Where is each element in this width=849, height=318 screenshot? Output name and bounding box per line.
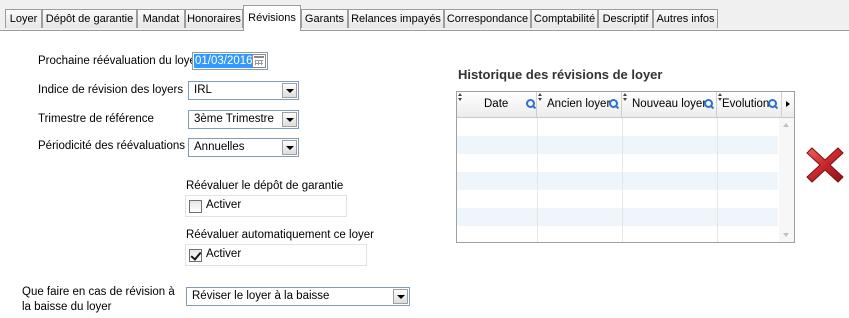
calendar-icon[interactable] [252,54,266,68]
tab-autres-infos[interactable]: Autres infos [653,9,718,28]
chevron-down-icon[interactable] [282,112,297,127]
tab-depot-de-garantie[interactable]: Dépôt de garantie [42,9,137,28]
tab-garants[interactable]: Garants [301,9,348,28]
column-divider [537,118,538,242]
magnifier-icon[interactable] [526,99,536,109]
column-evolution[interactable]: Evolution [717,92,782,117]
table-row[interactable] [457,118,778,136]
history-table[interactable]: Date Ancien loyer Nouveau loyer Evolutio… [456,91,795,243]
deposit-revaluation-checkbox-label[interactable]: Activer [206,199,241,211]
tab-relances-impayes[interactable]: Relances impayés [348,9,444,28]
column-ancien-loyer[interactable]: Ancien loyer [537,92,622,117]
tab-loyer[interactable]: Loyer [5,9,42,28]
column-date[interactable]: Date [457,92,537,117]
history-title: Historique des révisions de loyer [458,67,663,82]
table-row[interactable] [457,208,778,226]
tab-comptabilite[interactable]: Comptabilité [531,9,598,28]
magnifier-icon[interactable] [768,99,778,109]
auto-revaluation-label: Réévaluer automatiquement ce loyer [186,229,374,241]
downward-revision-select[interactable]: Réviser le loyer à la baisse [186,287,410,306]
vertical-scrollbar[interactable] [779,118,794,242]
tab-descriptif[interactable]: Descriptif [598,9,653,28]
periodicity-value: Annuelles [194,141,245,153]
sort-icon[interactable] [458,93,463,103]
scroll-down-icon[interactable] [783,233,789,237]
column-date-label: Date [484,98,509,110]
chevron-down-icon[interactable] [282,140,297,155]
next-revaluation-label: Prochaine réévaluation du loyer [38,55,200,67]
tab-mandat[interactable]: Mandat [137,9,185,28]
table-row[interactable] [457,136,778,154]
deposit-revaluation-label: Réévaluer le dépôt de garantie [186,180,344,192]
column-ancien-loyer-label: Ancien loyer [547,98,611,110]
auto-revaluation-checkbox[interactable] [189,249,202,262]
revision-index-select[interactable]: IRL [188,81,299,100]
column-divider [717,118,718,242]
scroll-up-icon[interactable] [783,123,789,127]
sort-icon[interactable] [623,93,628,103]
table-row[interactable] [457,190,778,208]
table-row[interactable] [457,226,778,244]
next-revaluation-date-input[interactable]: 01/03/2016 [192,52,268,70]
deposit-revaluation-group: Activer [185,195,347,217]
auto-revaluation-group: Activer [185,244,367,266]
periodicity-label: Périodicité des réévaluations [38,140,186,152]
history-table-header: Date Ancien loyer Nouveau loyer Evolutio… [457,92,794,118]
magnifier-icon[interactable] [704,99,714,109]
reference-quarter-select[interactable]: 3ème Trimestre [188,110,299,129]
tab-honoraires[interactable]: Honoraires [185,9,243,28]
chevron-down-icon[interactable] [282,83,297,98]
table-row[interactable] [457,154,778,172]
downward-revision-label-line2: la baisse du loyer [22,301,112,313]
history-table-body[interactable] [457,118,778,242]
periodicity-select[interactable]: Annuelles [188,138,299,157]
tab-bar: Loyer Dépôt de garantie Mandat Honoraire… [0,0,849,31]
reference-quarter-label: Trimestre de référence [38,113,154,125]
deposit-revaluation-checkbox[interactable] [189,200,202,213]
column-nouveau-loyer[interactable]: Nouveau loyer [622,92,717,117]
column-divider [622,118,623,242]
table-row[interactable] [457,172,778,190]
chevron-down-icon[interactable] [393,289,408,304]
downward-revision-label-line1: Que faire en cas de révision à [22,286,175,298]
magnifier-icon[interactable] [609,99,619,109]
reference-quarter-value: 3ème Trimestre [194,113,274,125]
delete-x-icon[interactable] [804,144,846,186]
next-revaluation-date-value: 01/03/2016 [194,54,254,68]
auto-revaluation-checkbox-label[interactable]: Activer [206,248,241,260]
column-evolution-label: Evolution [722,98,770,110]
downward-revision-value: Réviser le loyer à la baisse [192,290,330,302]
revision-index-label: Indice de révision des loyers [38,84,184,96]
scroll-right-icon[interactable] [782,92,794,117]
tab-correspondance[interactable]: Correspondance [444,9,531,28]
revision-index-value: IRL [194,84,212,96]
sort-icon[interactable] [538,93,543,103]
column-nouveau-loyer-label: Nouveau loyer [632,98,707,110]
tab-revisions[interactable]: Révisions [243,5,301,31]
